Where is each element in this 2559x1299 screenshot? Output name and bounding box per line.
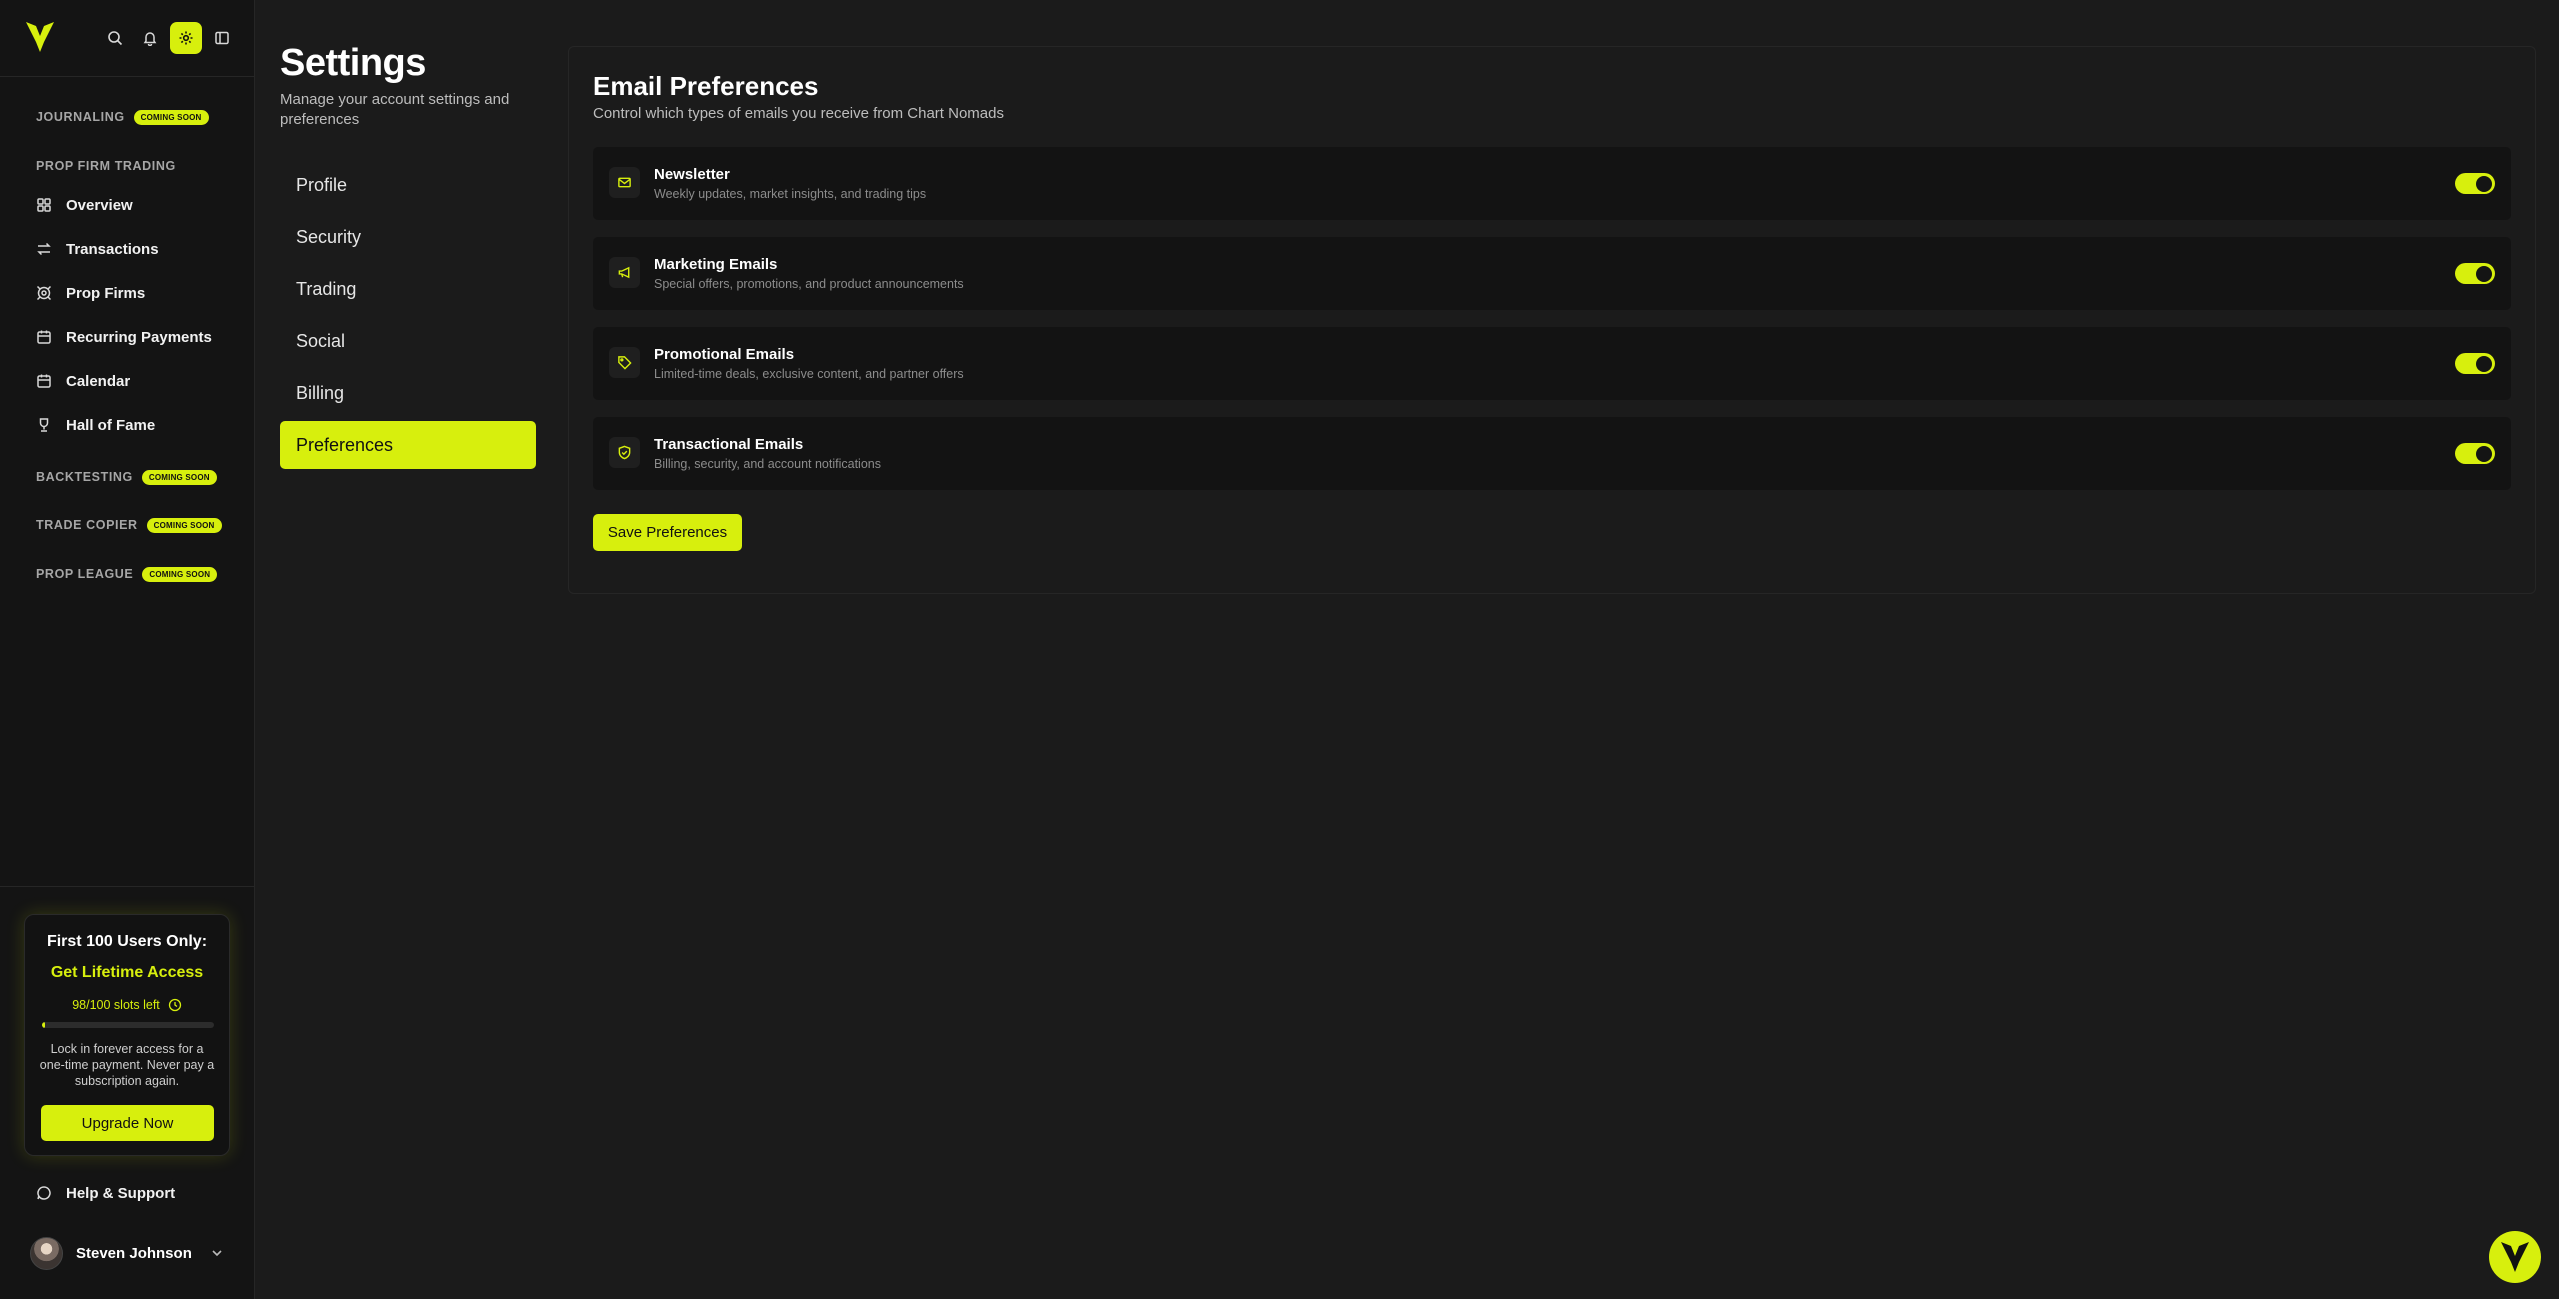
promo-description: Lock in forever access for a one-time pa… xyxy=(39,1042,215,1088)
sidebar-item-label: Overview xyxy=(66,196,133,214)
megaphone-icon xyxy=(609,257,640,288)
section-prop-league: PROP LEAGUE COMING SOON xyxy=(36,565,218,583)
user-menu[interactable]: Steven Johnson xyxy=(30,1236,225,1270)
pref-description: Billing, security, and account notificat… xyxy=(654,457,881,471)
target-icon xyxy=(36,285,52,301)
search-icon[interactable] xyxy=(99,22,131,54)
sidebar-item-overview[interactable]: Overview xyxy=(36,190,236,220)
sidebar-item-transactions[interactable]: Transactions xyxy=(36,234,236,264)
chevron-down-icon xyxy=(212,1250,222,1257)
sidebar-item-label: Calendar xyxy=(66,372,131,390)
email-preferences-title: Email Preferences xyxy=(593,71,819,101)
coming-soon-badge: COMING SOON xyxy=(146,517,222,533)
transactional-emails-toggle[interactable] xyxy=(2455,443,2495,464)
pref-name: Promotional Emails xyxy=(654,346,795,363)
promo-subtitle: Get Lifetime Access xyxy=(50,964,204,981)
section-backtesting-label: BACKTESTING xyxy=(36,470,133,484)
calendar-icon xyxy=(37,330,51,344)
settings-tab-trading[interactable]: Trading xyxy=(280,265,536,313)
sidebar-item-label: Prop Firms xyxy=(66,284,146,302)
chart-nomads-logo-icon xyxy=(2501,1242,2529,1272)
upgrade-now-button[interactable]: Upgrade Now xyxy=(41,1105,214,1141)
toggle-knob xyxy=(2476,175,2492,192)
coming-soon-badge: COMING SOON xyxy=(142,566,218,582)
section-journaling: JOURNALING COMING SOON xyxy=(36,108,209,126)
settings-tab-security[interactable]: Security xyxy=(280,213,536,261)
settings-tab-profile[interactable]: Profile xyxy=(280,161,536,209)
section-backtesting: BACKTESTING COMING SOON xyxy=(36,468,217,486)
arrows-swap-icon xyxy=(37,242,51,256)
sidebar-divider xyxy=(0,886,254,887)
pref-row-marketing-emails: Marketing Emails Special offers, promoti… xyxy=(593,237,2511,310)
pref-name: Newsletter xyxy=(654,166,730,183)
sidebar-item-calendar[interactable]: Calendar xyxy=(36,366,236,396)
lifetime-access-promo: First 100 Users Only: Get Lifetime Acces… xyxy=(24,914,230,1156)
newsletter-toggle[interactable] xyxy=(2455,173,2495,194)
pref-name: Transactional Emails xyxy=(654,436,804,453)
help-support-link[interactable]: Help & Support xyxy=(36,1181,175,1205)
slots-progress-fill xyxy=(42,1022,46,1028)
section-trade-copier-label: TRADE COPIER xyxy=(36,518,138,532)
sidebar-header xyxy=(0,0,254,77)
page-title: Settings xyxy=(280,42,426,84)
sidebar-item-label: Recurring Payments xyxy=(66,328,212,346)
sidebar-item-prop-firms[interactable]: Prop Firms xyxy=(36,278,236,308)
pref-row-transactional-emails: Transactional Emails Billing, security, … xyxy=(593,417,2511,490)
sidebar-item-hall-of-fame[interactable]: Hall of Fame xyxy=(36,410,236,440)
sidebar-item-recurring-payments[interactable]: Recurring Payments xyxy=(36,322,236,352)
marketing-emails-toggle[interactable] xyxy=(2455,263,2495,284)
section-prop-firm-trading: PROP FIRM TRADING xyxy=(36,157,176,175)
settings-tab-billing[interactable]: Billing xyxy=(280,369,536,417)
pref-description: Special offers, promotions, and product … xyxy=(654,277,964,291)
coming-soon-badge: COMING SOON xyxy=(141,469,217,485)
pref-description: Limited-time deals, exclusive content, a… xyxy=(654,367,964,381)
toggle-knob xyxy=(2476,265,2492,282)
mail-icon xyxy=(609,167,640,198)
section-prop-firm-trading-label: PROP FIRM TRADING xyxy=(36,159,176,173)
gear-icon[interactable] xyxy=(170,22,202,54)
chat-launcher-button[interactable] xyxy=(2489,1231,2541,1283)
pref-row-promotional-emails: Promotional Emails Limited-time deals, e… xyxy=(593,327,2511,400)
section-trade-copier: TRADE COPIER COMING SOON xyxy=(36,516,222,534)
promo-slots-text: 98/100 slots left xyxy=(72,998,160,1012)
bell-icon[interactable] xyxy=(134,22,166,54)
toggle-knob xyxy=(2476,355,2492,372)
sidebar-toggle-icon[interactable] xyxy=(206,22,238,54)
chat-bubble-icon xyxy=(37,1186,51,1200)
sidebar-item-label: Transactions xyxy=(66,240,159,258)
chart-nomads-logo-icon[interactable] xyxy=(26,22,54,52)
tag-icon xyxy=(609,347,640,378)
app-root: JOURNALING COMING SOON PROP FIRM TRADING… xyxy=(0,0,2559,1299)
sidebar: JOURNALING COMING SOON PROP FIRM TRADING… xyxy=(0,0,255,1299)
settings-tab-social[interactable]: Social xyxy=(280,317,536,365)
shield-check-icon xyxy=(609,437,640,468)
section-journaling-label: JOURNALING xyxy=(36,110,125,124)
toggle-knob xyxy=(2476,445,2492,462)
promo-slots: 98/100 slots left xyxy=(25,998,229,1012)
section-prop-league-label: PROP LEAGUE xyxy=(36,567,134,581)
save-preferences-button[interactable]: Save Preferences xyxy=(593,514,742,551)
calendar-icon xyxy=(37,374,51,388)
email-preferences-card: Email Preferences Control which types of… xyxy=(568,46,2536,594)
slots-progress-bar xyxy=(42,1022,214,1028)
sidebar-item-label: Hall of Fame xyxy=(66,416,156,434)
pref-name: Marketing Emails xyxy=(654,256,778,273)
email-preferences-subtitle: Control which types of emails you receiv… xyxy=(593,105,1004,122)
grid-icon xyxy=(37,198,51,212)
trophy-icon xyxy=(39,418,49,432)
pref-row-newsletter: Newsletter Weekly updates, market insigh… xyxy=(593,147,2511,220)
promo-title: First 100 Users Only: xyxy=(46,933,208,950)
settings-tab-preferences[interactable]: Preferences xyxy=(280,421,536,469)
coming-soon-badge: COMING SOON xyxy=(133,109,209,125)
page-subtitle: Manage your account settings and prefere… xyxy=(280,91,510,128)
pref-description: Weekly updates, market insights, and tra… xyxy=(654,187,927,201)
promotional-emails-toggle[interactable] xyxy=(2455,353,2495,374)
user-name: Steven Johnson xyxy=(76,1244,192,1262)
help-support-label: Help & Support xyxy=(66,1184,176,1202)
clock-icon xyxy=(168,998,181,1012)
avatar xyxy=(30,1236,63,1270)
